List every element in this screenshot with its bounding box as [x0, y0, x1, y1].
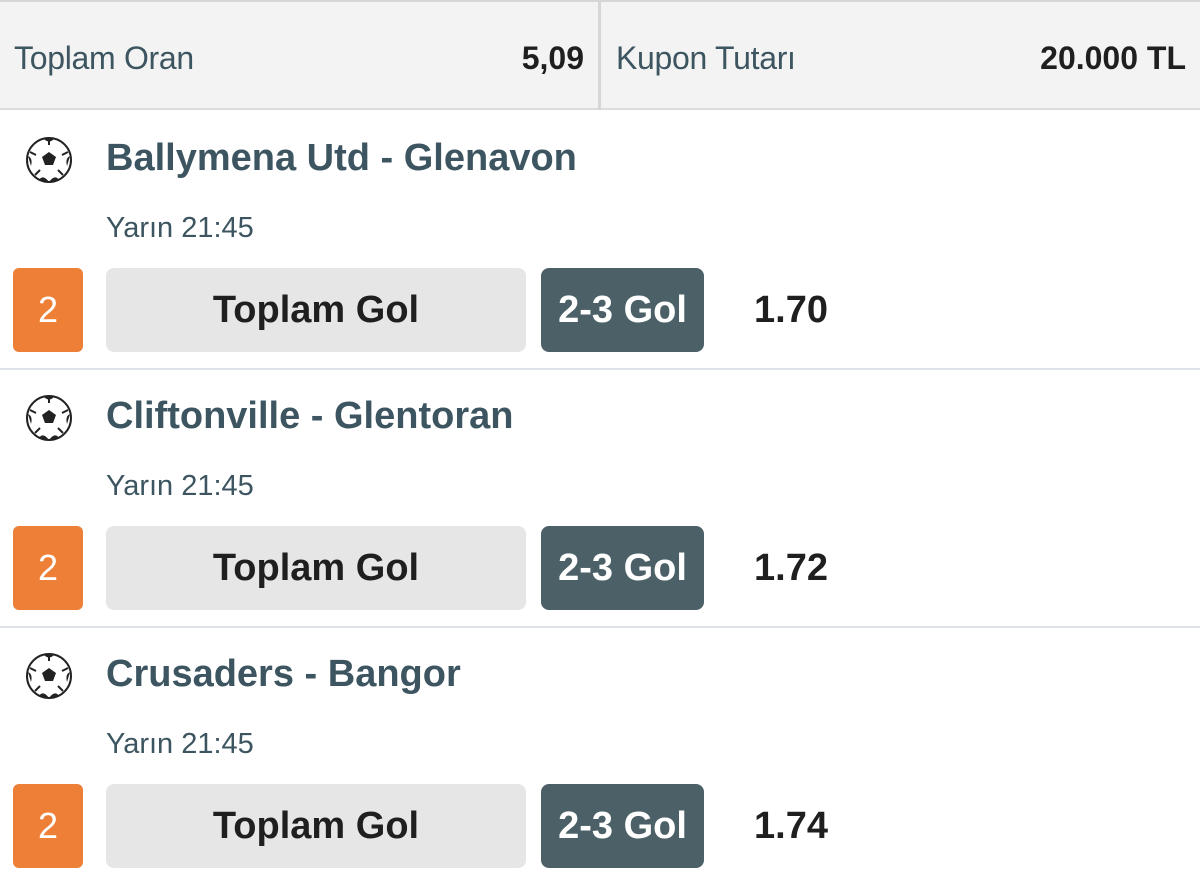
match-teams[interactable]: Crusaders - Bangor [106, 650, 461, 698]
coupon-summary-bar: Toplam Oran 5,09 Kupon Tutarı 20.000 TL [0, 0, 1200, 110]
soccer-ball-icon [26, 395, 72, 441]
match-time: Yarın 21:45 [106, 728, 254, 760]
stake-value: 20.000 TL [1040, 40, 1186, 76]
odds-value: 1.74 [754, 805, 828, 847]
match-teams[interactable]: Cliftonville - Glentoran [106, 392, 513, 440]
match-time: Yarın 21:45 [106, 470, 254, 502]
selection-button[interactable]: 2-3 Gol [541, 526, 704, 610]
match-card[interactable]: Crusaders - Bangor Yarın 21:45 2 Toplam … [0, 628, 1200, 886]
selection-button[interactable]: 2-3 Gol [541, 268, 704, 352]
pick-number-badge: 2 [13, 526, 83, 610]
soccer-ball-icon [26, 653, 72, 699]
total-odds-value: 5,09 [521, 40, 584, 76]
match-card[interactable]: Ballymena Utd - Glenavon Yarın 21:45 2 T… [0, 112, 1200, 370]
pick-number-badge: 2 [13, 268, 83, 352]
odds-value: 1.72 [754, 547, 828, 589]
match-card[interactable]: Cliftonville - Glentoran Yarın 21:45 2 T… [0, 370, 1200, 628]
market-button[interactable]: Toplam Gol [106, 268, 526, 352]
market-button[interactable]: Toplam Gol [106, 526, 526, 610]
odds-value: 1.70 [754, 289, 828, 331]
match-teams[interactable]: Ballymena Utd - Glenavon [106, 134, 577, 182]
stake-label: Kupon Tutarı [616, 40, 796, 76]
header-divider [598, 2, 601, 110]
total-odds-label: Toplam Oran [14, 40, 194, 76]
selection-button[interactable]: 2-3 Gol [541, 784, 704, 868]
market-button[interactable]: Toplam Gol [106, 784, 526, 868]
pick-number-badge: 2 [13, 784, 83, 868]
match-time: Yarın 21:45 [106, 212, 254, 244]
soccer-ball-icon [26, 137, 72, 183]
